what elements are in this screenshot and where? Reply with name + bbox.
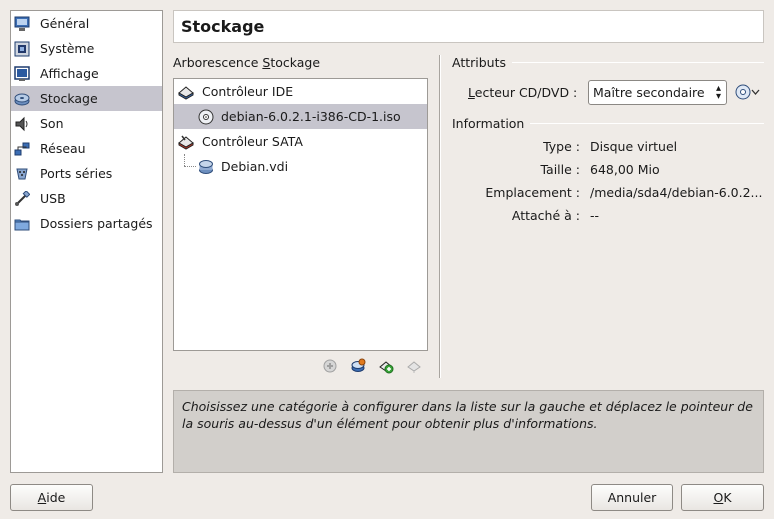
info-row-type: Type : Disque virtuel — [543, 139, 678, 154]
information-divider — [530, 123, 764, 124]
sata-controller-icon — [178, 135, 194, 150]
chip-icon — [14, 41, 30, 56]
sidebar-item-system[interactable]: Système — [11, 36, 162, 61]
sidebar-item-serial-ports[interactable]: Ports séries — [11, 161, 162, 186]
ide-controller-icon — [178, 85, 194, 100]
sidebar-item-display[interactable]: Affichage — [11, 61, 162, 86]
tree-item-sata-controller[interactable]: Contrôleur SATA — [174, 129, 427, 154]
select-arrows-icon: ▴ ▾ — [715, 83, 721, 102]
cd-icon — [198, 109, 214, 124]
sidebar-item-usb[interactable]: USB — [11, 186, 162, 211]
serial-port-icon — [16, 168, 28, 179]
folder-icon — [14, 219, 30, 230]
cd-menu-icon — [735, 84, 751, 100]
tree-item-ide-controller[interactable]: Contrôleur IDE — [174, 79, 427, 104]
sidebar-item-label: Affichage — [40, 66, 99, 81]
info-row-attached-to: Attaché à : -- — [511, 208, 600, 223]
tree-item-cd-image[interactable]: debian-6.0.2.1-i386-CD-1.iso — [174, 104, 427, 129]
usb-icon — [15, 190, 30, 206]
remove-attachment-button[interactable] — [404, 356, 424, 376]
speaker-icon — [15, 116, 28, 131]
sidebar-item-label: Son — [40, 116, 64, 131]
choose-disk-button[interactable] — [735, 84, 760, 100]
sidebar-item-label: USB — [40, 191, 66, 206]
cancel-button[interactable]: Annuler — [591, 484, 673, 511]
category-list[interactable]: Général Système Affichage Stockage Son R… — [10, 10, 163, 473]
ok-button[interactable]: OK — [681, 484, 764, 511]
info-row-size: Taille : 648,00 Mio — [540, 162, 660, 177]
add-controller-button[interactable] — [320, 356, 340, 376]
add-attachment-button[interactable] — [348, 356, 368, 376]
cd-drive-value: Maître secondaire — [593, 85, 705, 100]
help-text: Choisissez une catégorie à configurer da… — [173, 390, 764, 473]
info-row-location: Emplacement : /media/sda4/debian-6.0.2..… — [485, 185, 763, 200]
add-optical-drive-button[interactable] — [376, 356, 396, 376]
network-icon — [14, 142, 30, 155]
sidebar-item-storage[interactable]: Stockage — [11, 86, 162, 111]
chevron-down-icon — [751, 89, 760, 95]
monitor-icon — [14, 16, 30, 31]
storage-tree[interactable]: Contrôleur IDE debian-6.0.2.1-i386-CD-1.… — [173, 78, 428, 351]
attributes-title: Attributs — [452, 55, 507, 70]
sidebar-item-shared-folders[interactable]: Dossiers partagés — [11, 211, 162, 236]
storage-tree-label: Arborescence Stockage — [173, 55, 321, 70]
display-icon — [14, 65, 30, 81]
sidebar-item-label: Réseau — [40, 141, 86, 156]
hard-disk-icon — [199, 159, 213, 174]
help-button[interactable]: Aide — [10, 484, 93, 511]
cd-drive-select[interactable]: Maître secondaire ▴ ▾ — [588, 80, 727, 105]
tree-item-hard-disk[interactable]: Debian.vdi — [174, 154, 427, 179]
sidebar-item-label: Général — [40, 16, 90, 31]
storage-toolbar — [320, 356, 424, 376]
page-title: Stockage — [173, 10, 764, 43]
disk-icon — [14, 93, 30, 105]
information-title: Information — [452, 116, 525, 131]
sidebar-item-label: Ports séries — [40, 166, 113, 181]
sidebar-item-label: Dossiers partagés — [40, 216, 153, 231]
panel-separator — [439, 55, 441, 378]
add-disk-icon — [351, 358, 366, 372]
add-drive-icon — [379, 361, 394, 374]
sidebar-item-general[interactable]: Général — [11, 11, 162, 36]
sidebar-item-network[interactable]: Réseau — [11, 136, 162, 161]
sidebar-item-sound[interactable]: Son — [11, 111, 162, 136]
cd-drive-label: Lecteur CD/DVD : — [468, 85, 578, 100]
sidebar-item-label: Stockage — [40, 91, 98, 106]
attributes-divider — [512, 62, 764, 63]
remove-icon — [407, 361, 421, 373]
add-controller-icon — [323, 359, 337, 373]
sidebar-item-label: Système — [40, 41, 95, 56]
